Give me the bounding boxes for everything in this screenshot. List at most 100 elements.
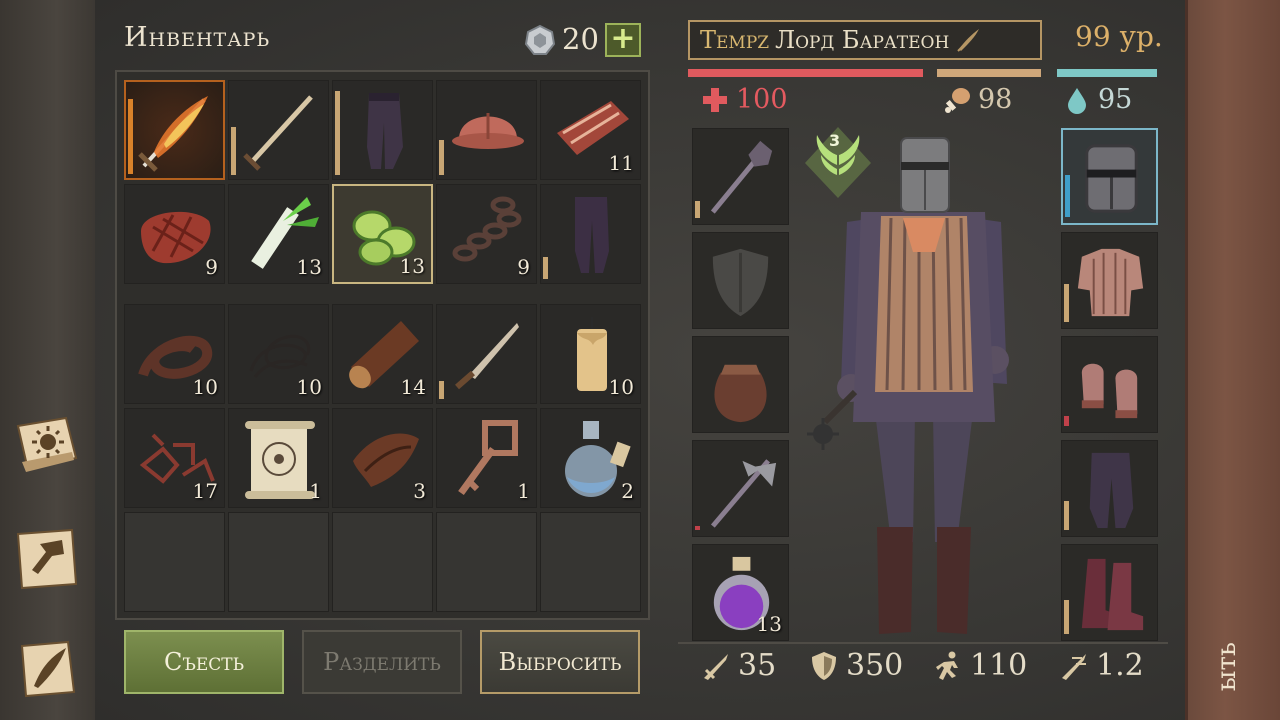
durability-bar <box>695 201 700 218</box>
durability-bar <box>1065 175 1070 217</box>
left-equip-slot-pouch[interactable] <box>692 336 789 433</box>
durability-bar <box>1064 284 1069 322</box>
inventory-slot-candle[interactable]: 10 <box>540 304 641 404</box>
right-equip-slot-trousers[interactable] <box>1061 440 1158 537</box>
pouch-icon <box>714 364 767 423</box>
armor-value: 350 <box>846 648 904 683</box>
sword-attack-icon <box>704 653 728 680</box>
scroll-button[interactable] <box>12 636 82 702</box>
chainmail-icon <box>1077 248 1144 317</box>
inventory-slot-steak[interactable]: 9 <box>124 184 225 284</box>
right-equip-slot-boots[interactable] <box>1061 544 1158 641</box>
split-button[interactable]: Разделить <box>302 630 462 694</box>
clan-tag: Tempz <box>700 26 770 54</box>
armor-stat: 350 <box>808 648 903 683</box>
item-count: 3 <box>413 479 426 503</box>
food-bar <box>937 69 1041 77</box>
inventory-slot-empty[interactable] <box>124 512 225 612</box>
durability-bar <box>128 99 133 174</box>
character-level: 99 ур. <box>1075 20 1163 53</box>
inventory-slot-leather-strap[interactable]: 10 <box>124 304 225 404</box>
inventory-slot-empty[interactable] <box>228 512 329 612</box>
character-name-box[interactable]: Tempz Лорд Баратеон <box>688 20 1042 60</box>
attack-speed-stat: 1.2 <box>1058 648 1144 683</box>
inventory-slot-leggings[interactable] <box>540 184 641 284</box>
left-equip-slot-purple-potion[interactable]: 13 <box>692 544 789 641</box>
water-bar <box>1057 69 1157 77</box>
item-count: 13 <box>756 612 782 636</box>
durability-bar <box>439 381 444 399</box>
quill-edit-icon[interactable] <box>955 27 981 53</box>
inventory-slot-leather[interactable]: 3 <box>332 408 433 508</box>
coin-count: 20 <box>562 22 599 56</box>
drop-button[interactable]: Выбросить <box>480 630 640 694</box>
shield-armor-icon <box>812 651 836 680</box>
item-count: 10 <box>192 375 218 399</box>
inventory-slot-sword[interactable] <box>228 80 329 180</box>
left-equip-slot-halberd[interactable] <box>692 440 789 537</box>
inventory-slot-scroll-map[interactable]: 1 <box>228 408 329 508</box>
inventory-slot-key[interactable]: 1 <box>436 408 537 508</box>
inventory-title: Инвентарь <box>124 22 271 53</box>
left-nav-strip <box>0 0 95 720</box>
item-count: 17 <box>192 479 218 503</box>
right-equip-slot-chainmail[interactable] <box>1061 232 1158 329</box>
durability-bar <box>335 91 340 175</box>
speed-stat: 110 <box>932 648 1027 683</box>
inventory-slot-cucumber-slices[interactable]: 13 <box>332 184 433 284</box>
left-equip-slot-mace[interactable] <box>692 128 789 225</box>
item-count: 13 <box>296 255 322 279</box>
attack-value: 35 <box>738 648 777 683</box>
durability-bar <box>543 257 548 279</box>
durability-bar <box>1064 416 1069 426</box>
right-equip-slot-great-helm[interactable] <box>1061 128 1158 225</box>
item-count: 13 <box>399 254 425 278</box>
health-cross-icon <box>703 87 727 112</box>
health-bar <box>688 69 923 77</box>
item-count: 10 <box>608 375 634 399</box>
rank-badge: 3 <box>803 125 873 200</box>
inventory-slot-potion-bottle[interactable]: 2 <box>540 408 641 508</box>
durability-bar <box>695 526 700 530</box>
durability-bar <box>1064 600 1069 634</box>
item-count: 1 <box>309 479 322 503</box>
water-value: 95 <box>1098 84 1133 115</box>
side-tab-label[interactable]: ыть <box>1212 642 1242 691</box>
inventory-slot-pants[interactable] <box>332 80 433 180</box>
quill-scroll-icon <box>20 640 76 698</box>
inventory-slot-empty[interactable] <box>436 512 537 612</box>
inventory-slot-scrap[interactable]: 17 <box>124 408 225 508</box>
inventory-slot-empty[interactable] <box>540 512 641 612</box>
shield-placeholder-icon <box>712 248 769 317</box>
inventory-slot-rope[interactable]: 10 <box>228 304 329 404</box>
inventory-slot-empty[interactable] <box>332 512 433 612</box>
crafting-button[interactable] <box>12 526 82 592</box>
right-side-tab[interactable] <box>1185 0 1280 720</box>
inventory-slot-leek[interactable]: 13 <box>228 184 329 284</box>
inventory-slot-log[interactable]: 14 <box>332 304 433 404</box>
coin-icon <box>524 24 556 55</box>
flaming-sword-icon <box>138 96 208 172</box>
knife-icon <box>455 323 519 390</box>
inventory-slot-raw-meat[interactable]: 11 <box>540 80 641 180</box>
inventory-slot-knife[interactable] <box>436 304 537 404</box>
health-stat: 100 <box>700 84 788 115</box>
hammer-icon <box>16 528 78 590</box>
right-equip-slot-mittens[interactable] <box>1061 336 1158 433</box>
inventory-slot-helmet[interactable] <box>436 80 537 180</box>
eat-button[interactable]: Съесть <box>124 630 284 694</box>
leggings-icon <box>575 197 609 273</box>
speed-value: 110 <box>970 648 1028 683</box>
inventory-slot-chain[interactable]: 9 <box>436 184 537 284</box>
food-stat: 98 <box>942 84 1012 115</box>
drumstick-icon <box>945 87 970 113</box>
journal-button[interactable] <box>12 412 82 478</box>
add-coins-button[interactable]: + <box>605 23 641 57</box>
durability-bar <box>439 140 444 175</box>
durability-bar <box>231 127 236 175</box>
left-equip-slot-shield-placeholder[interactable] <box>692 232 789 329</box>
food-value: 98 <box>978 84 1013 115</box>
health-value: 100 <box>736 84 788 115</box>
inventory-slot-flaming-sword[interactable] <box>124 80 225 180</box>
running-man-icon <box>936 651 958 680</box>
